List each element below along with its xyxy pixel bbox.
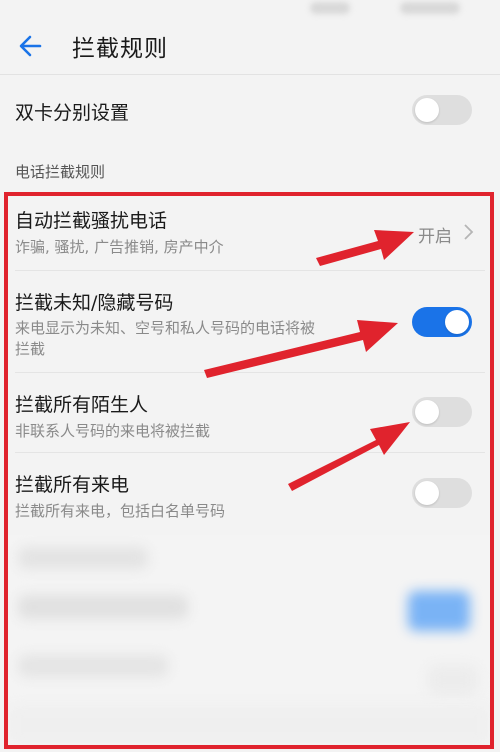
rule-title: 拦截所有陌生人: [15, 394, 149, 416]
rule-subtitle: 诈骗, 骚扰, 广告推销, 房产中介: [15, 238, 224, 256]
row-divider: [15, 270, 485, 271]
toggle-knob: [445, 310, 469, 334]
row-divider: [15, 372, 485, 373]
rule-status-value: 开启: [418, 227, 452, 247]
status-bar-blur: [310, 2, 350, 14]
blurred-content: [18, 547, 148, 569]
rule-block-unknown-hidden[interactable]: 拦截未知/隐藏号码 来电显示为未知、空号和私人号码的电话将被 拦截: [0, 272, 500, 372]
rule-subtitle-line1: 来电显示为未知、空号和私人号码的电话将被: [15, 319, 316, 337]
rule-subtitle: 拦截所有来电，包括白名单号码: [15, 502, 226, 520]
toggle-knob: [415, 98, 439, 122]
chevron-right-icon: [464, 224, 474, 240]
block-unknown-toggle[interactable]: [412, 307, 472, 337]
status-bar-blur: [400, 2, 460, 14]
dual-sim-toggle[interactable]: [412, 95, 472, 125]
page-title: 拦截规则: [72, 36, 168, 62]
status-bar: [0, 0, 500, 18]
blurred-content: [408, 591, 470, 631]
block-all-calls-toggle[interactable]: [412, 478, 472, 508]
blurred-content: [18, 655, 168, 677]
dual-sim-setting-row[interactable]: 双卡分别设置: [0, 84, 500, 138]
rule-title: 自动拦截骚扰电话: [15, 210, 168, 232]
rule-block-strangers[interactable]: 拦截所有陌生人 非联系人号码的来电将被拦截: [0, 374, 500, 452]
blurred-content: [428, 665, 478, 695]
rule-block-all-calls[interactable]: 拦截所有来电 拦截所有来电，包括白名单号码: [0, 454, 500, 532]
blurred-content: [18, 595, 188, 619]
rule-title: 拦截所有来电: [15, 474, 130, 496]
section-label: 电话拦截规则: [15, 163, 106, 181]
rule-subtitle-line2: 拦截: [15, 340, 46, 358]
app-bar: 拦截规则: [0, 18, 500, 74]
rule-auto-block-harassment[interactable]: 自动拦截骚扰电话 诈骗, 骚扰, 广告推销, 房产中介 开启: [0, 196, 500, 270]
blurred-region: [8, 535, 490, 745]
row-divider: [15, 452, 485, 453]
rule-subtitle: 非联系人号码的来电将被拦截: [15, 422, 211, 440]
arrow-left-icon[interactable]: [16, 31, 46, 61]
block-strangers-toggle[interactable]: [412, 397, 472, 427]
blurred-content: [8, 705, 490, 745]
toggle-knob: [415, 400, 439, 424]
toggle-knob: [415, 481, 439, 505]
rule-title: 拦截未知/隐藏号码: [15, 292, 174, 314]
header-divider: [0, 74, 500, 75]
dual-sim-label: 双卡分别设置: [15, 102, 130, 124]
